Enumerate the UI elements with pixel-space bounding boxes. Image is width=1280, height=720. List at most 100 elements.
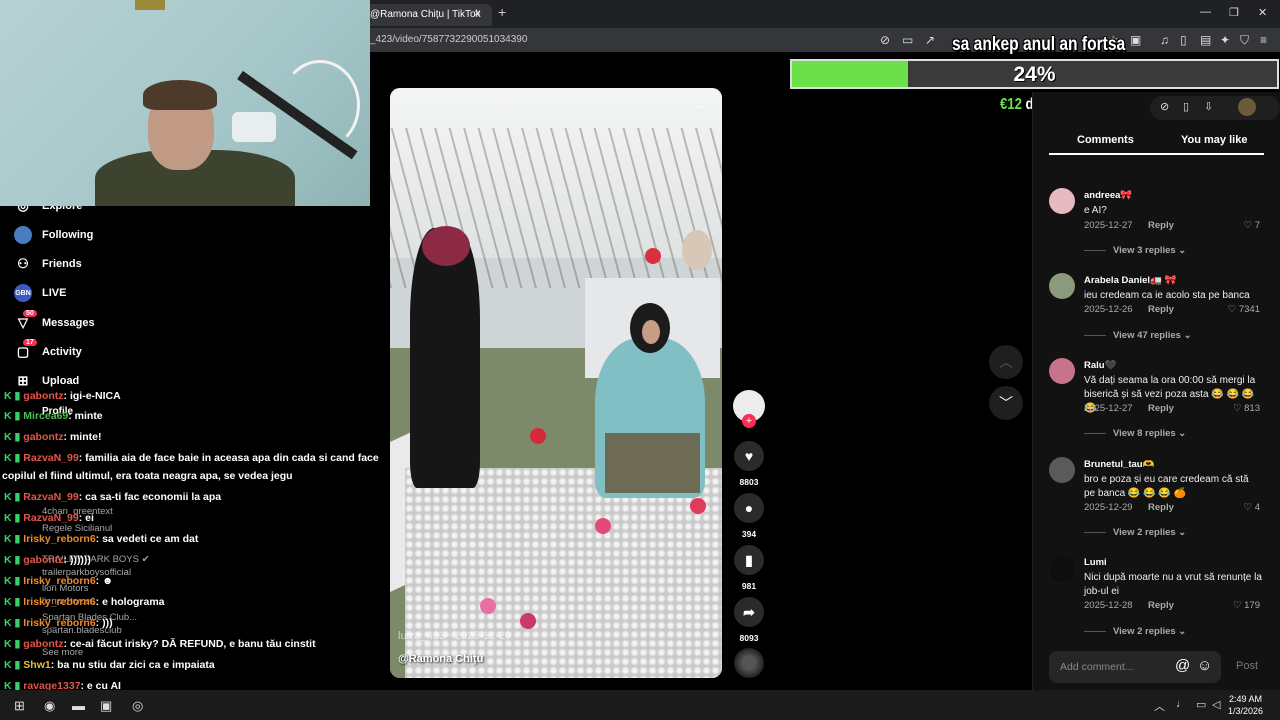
comment-author[interactable]: Ralu🖤	[1084, 360, 1116, 371]
browser-tab[interactable]: @Ramona Chițu | TikTok	[362, 4, 492, 26]
next-video-button[interactable]: ﹀	[989, 386, 1023, 420]
network-icon[interactable]: ▭	[1196, 698, 1206, 711]
comment-avatar[interactable]	[1049, 457, 1075, 483]
clock[interactable]: 2:49 AM 1/3/2026	[1228, 693, 1263, 717]
video-player[interactable]: ··· luiza_423 · 2025-12-26 @Ramona Chițu	[390, 88, 722, 678]
comment-author[interactable]: Arabela Daniel🚛 🎀	[1084, 275, 1176, 286]
chat-username[interactable]: gabontz	[23, 390, 63, 402]
no-tracking-icon[interactable]: ⊘	[880, 33, 890, 47]
heart-icon: ♥	[734, 441, 764, 471]
tab-you-may-like[interactable]: You may like	[1181, 134, 1247, 146]
follow-button[interactable]: +	[742, 414, 756, 428]
chat-username[interactable]: Irisky_reborn6	[23, 596, 95, 608]
folder-app-icon[interactable]: ▬	[72, 698, 85, 713]
chat-username[interactable]: Shw1	[23, 659, 50, 671]
mention-icon[interactable]: @	[1175, 657, 1190, 674]
previous-video-button[interactable]: ︿	[989, 345, 1023, 379]
close-window-button[interactable]: ✕	[1258, 6, 1267, 19]
save-action[interactable]: ▮ 981	[732, 545, 766, 591]
reader-icon[interactable]: ▣	[1130, 33, 1141, 47]
terminal-app-icon[interactable]: ▣	[100, 698, 112, 714]
comment-avatar[interactable]	[1049, 188, 1075, 214]
comment-like-button[interactable]: ♡ 7	[1244, 220, 1260, 231]
chat-username[interactable]: Irisky_reborn6	[23, 617, 95, 629]
sidebar-icon[interactable]: ▯	[1180, 33, 1187, 47]
view-replies-button[interactable]: View 2 replies ⌄	[1084, 527, 1186, 538]
user-avatar[interactable]	[1238, 98, 1256, 116]
sidebar-item-friends[interactable]: ⚇ Friends	[14, 253, 82, 275]
reply-button[interactable]: Reply	[1148, 220, 1174, 231]
comment-like-button[interactable]: ♡ 813	[1233, 403, 1260, 414]
reply-button[interactable]: Reply	[1148, 304, 1174, 315]
chat-username[interactable]: gabontz	[23, 638, 63, 650]
windows-start-icon[interactable]: ⊞	[14, 698, 25, 714]
chat-badge-icon: K ▮	[4, 596, 21, 608]
chat-text: : ☻	[95, 575, 114, 587]
comment-input[interactable]: Add comment... @ ☺	[1049, 651, 1221, 683]
chat-username[interactable]: Mircea69	[23, 410, 68, 422]
sidebar-item-activity[interactable]: ▢ 17 Activity	[14, 339, 82, 363]
comment-avatar[interactable]	[1049, 273, 1075, 299]
menu-icon[interactable]: ≡	[1260, 33, 1267, 47]
compass-icon[interactable]: ⊘	[1160, 100, 1169, 113]
share-icon[interactable]: ↗	[925, 33, 935, 47]
comment-author[interactable]: Lumi	[1084, 557, 1107, 568]
sparkle-icon[interactable]: ✦	[1220, 33, 1230, 47]
post-button[interactable]: Post	[1236, 660, 1258, 672]
volume-icon[interactable]: ◁	[1212, 698, 1220, 711]
chat-username[interactable]: gabontz	[23, 431, 63, 443]
comment-like-button[interactable]: ♡ 4	[1244, 502, 1260, 513]
comment-author[interactable]: andreea🎀	[1084, 190, 1132, 201]
like-action[interactable]: ♥ 8803	[732, 441, 766, 487]
chat-text: : ca sa-ti fac economii la apa	[78, 491, 222, 503]
comment-like-count: 7341	[1238, 304, 1260, 315]
comment-like-button[interactable]: ♡ 179	[1233, 600, 1260, 611]
view-replies-button[interactable]: View 3 replies ⌄	[1084, 245, 1186, 256]
new-tab-button[interactable]: +	[498, 4, 506, 20]
mic-tray-icon[interactable]: ♩	[1176, 698, 1187, 710]
phone-icon[interactable]: ▯	[1183, 100, 1189, 113]
chat-username[interactable]: Irisky_reborn6	[23, 533, 95, 545]
comment-like-button[interactable]: ♡ 7341	[1228, 304, 1260, 315]
emoji-icon[interactable]: ☺	[1197, 657, 1212, 674]
pip-icon[interactable]: ▭	[902, 33, 913, 47]
browser-app-icon[interactable]: ◉	[44, 698, 55, 714]
tray-chevron-icon[interactable]: ︿	[1154, 698, 1165, 714]
obs-app-icon[interactable]: ◎	[132, 698, 143, 714]
view-replies-button[interactable]: View 8 replies ⌄	[1084, 428, 1186, 439]
reply-button[interactable]: Reply	[1148, 600, 1174, 611]
tab-comments[interactable]: Comments	[1077, 134, 1134, 146]
reply-button[interactable]: Reply	[1148, 403, 1174, 414]
minimize-button[interactable]: —	[1200, 6, 1211, 18]
view-replies-button[interactable]: View 47 replies ⌄	[1084, 330, 1192, 341]
chat-username[interactable]: gabontz	[23, 554, 63, 566]
sidebar-item-following[interactable]: Following	[14, 224, 93, 246]
video-more-button[interactable]: ···	[690, 98, 704, 114]
chevron-up-icon: ︿	[999, 354, 1013, 370]
chat-username[interactable]: Irisky_reborn6	[23, 575, 95, 587]
sidebar-item-messages[interactable]: ▽ 50 Messages	[14, 310, 95, 334]
sidebar-item-label: Upload	[42, 375, 80, 387]
url-text[interactable]: _423/video/7587732290051034390	[370, 34, 527, 45]
download-icon[interactable]: ⇩	[1204, 100, 1213, 113]
maximize-button[interactable]: ❐	[1229, 6, 1239, 19]
comment-avatar[interactable]	[1049, 556, 1075, 582]
comment-avatar[interactable]	[1049, 358, 1075, 384]
reply-button[interactable]: Reply	[1148, 502, 1174, 513]
chat-username[interactable]: RazvaN_99	[23, 512, 78, 524]
tab-close-button[interactable]: ×	[474, 6, 481, 20]
comment-action[interactable]: ● 394	[732, 493, 766, 539]
view-replies-button[interactable]: View 2 replies ⌄	[1084, 626, 1186, 637]
music-disc-icon[interactable]	[734, 648, 764, 678]
video-author[interactable]: @Ramona Chițu	[398, 653, 483, 665]
comment-author[interactable]: Brunetul_tau🫶	[1084, 459, 1154, 470]
chevron-down-icon: ﹀	[999, 395, 1013, 411]
sidebar-item-upload[interactable]: ⊞ Upload	[14, 370, 80, 392]
chat-username[interactable]: RazvaN_99	[23, 491, 78, 503]
share-action[interactable]: ➦ 8093	[732, 597, 766, 643]
shield-icon[interactable]: ⛉	[1240, 33, 1249, 48]
wallet-icon[interactable]: ▤	[1200, 33, 1211, 47]
sidebar-item-live[interactable]: GBN LIVE	[14, 282, 66, 304]
chat-username[interactable]: RazvaN_99	[23, 452, 78, 464]
music-icon[interactable]: ♫	[1160, 33, 1169, 47]
